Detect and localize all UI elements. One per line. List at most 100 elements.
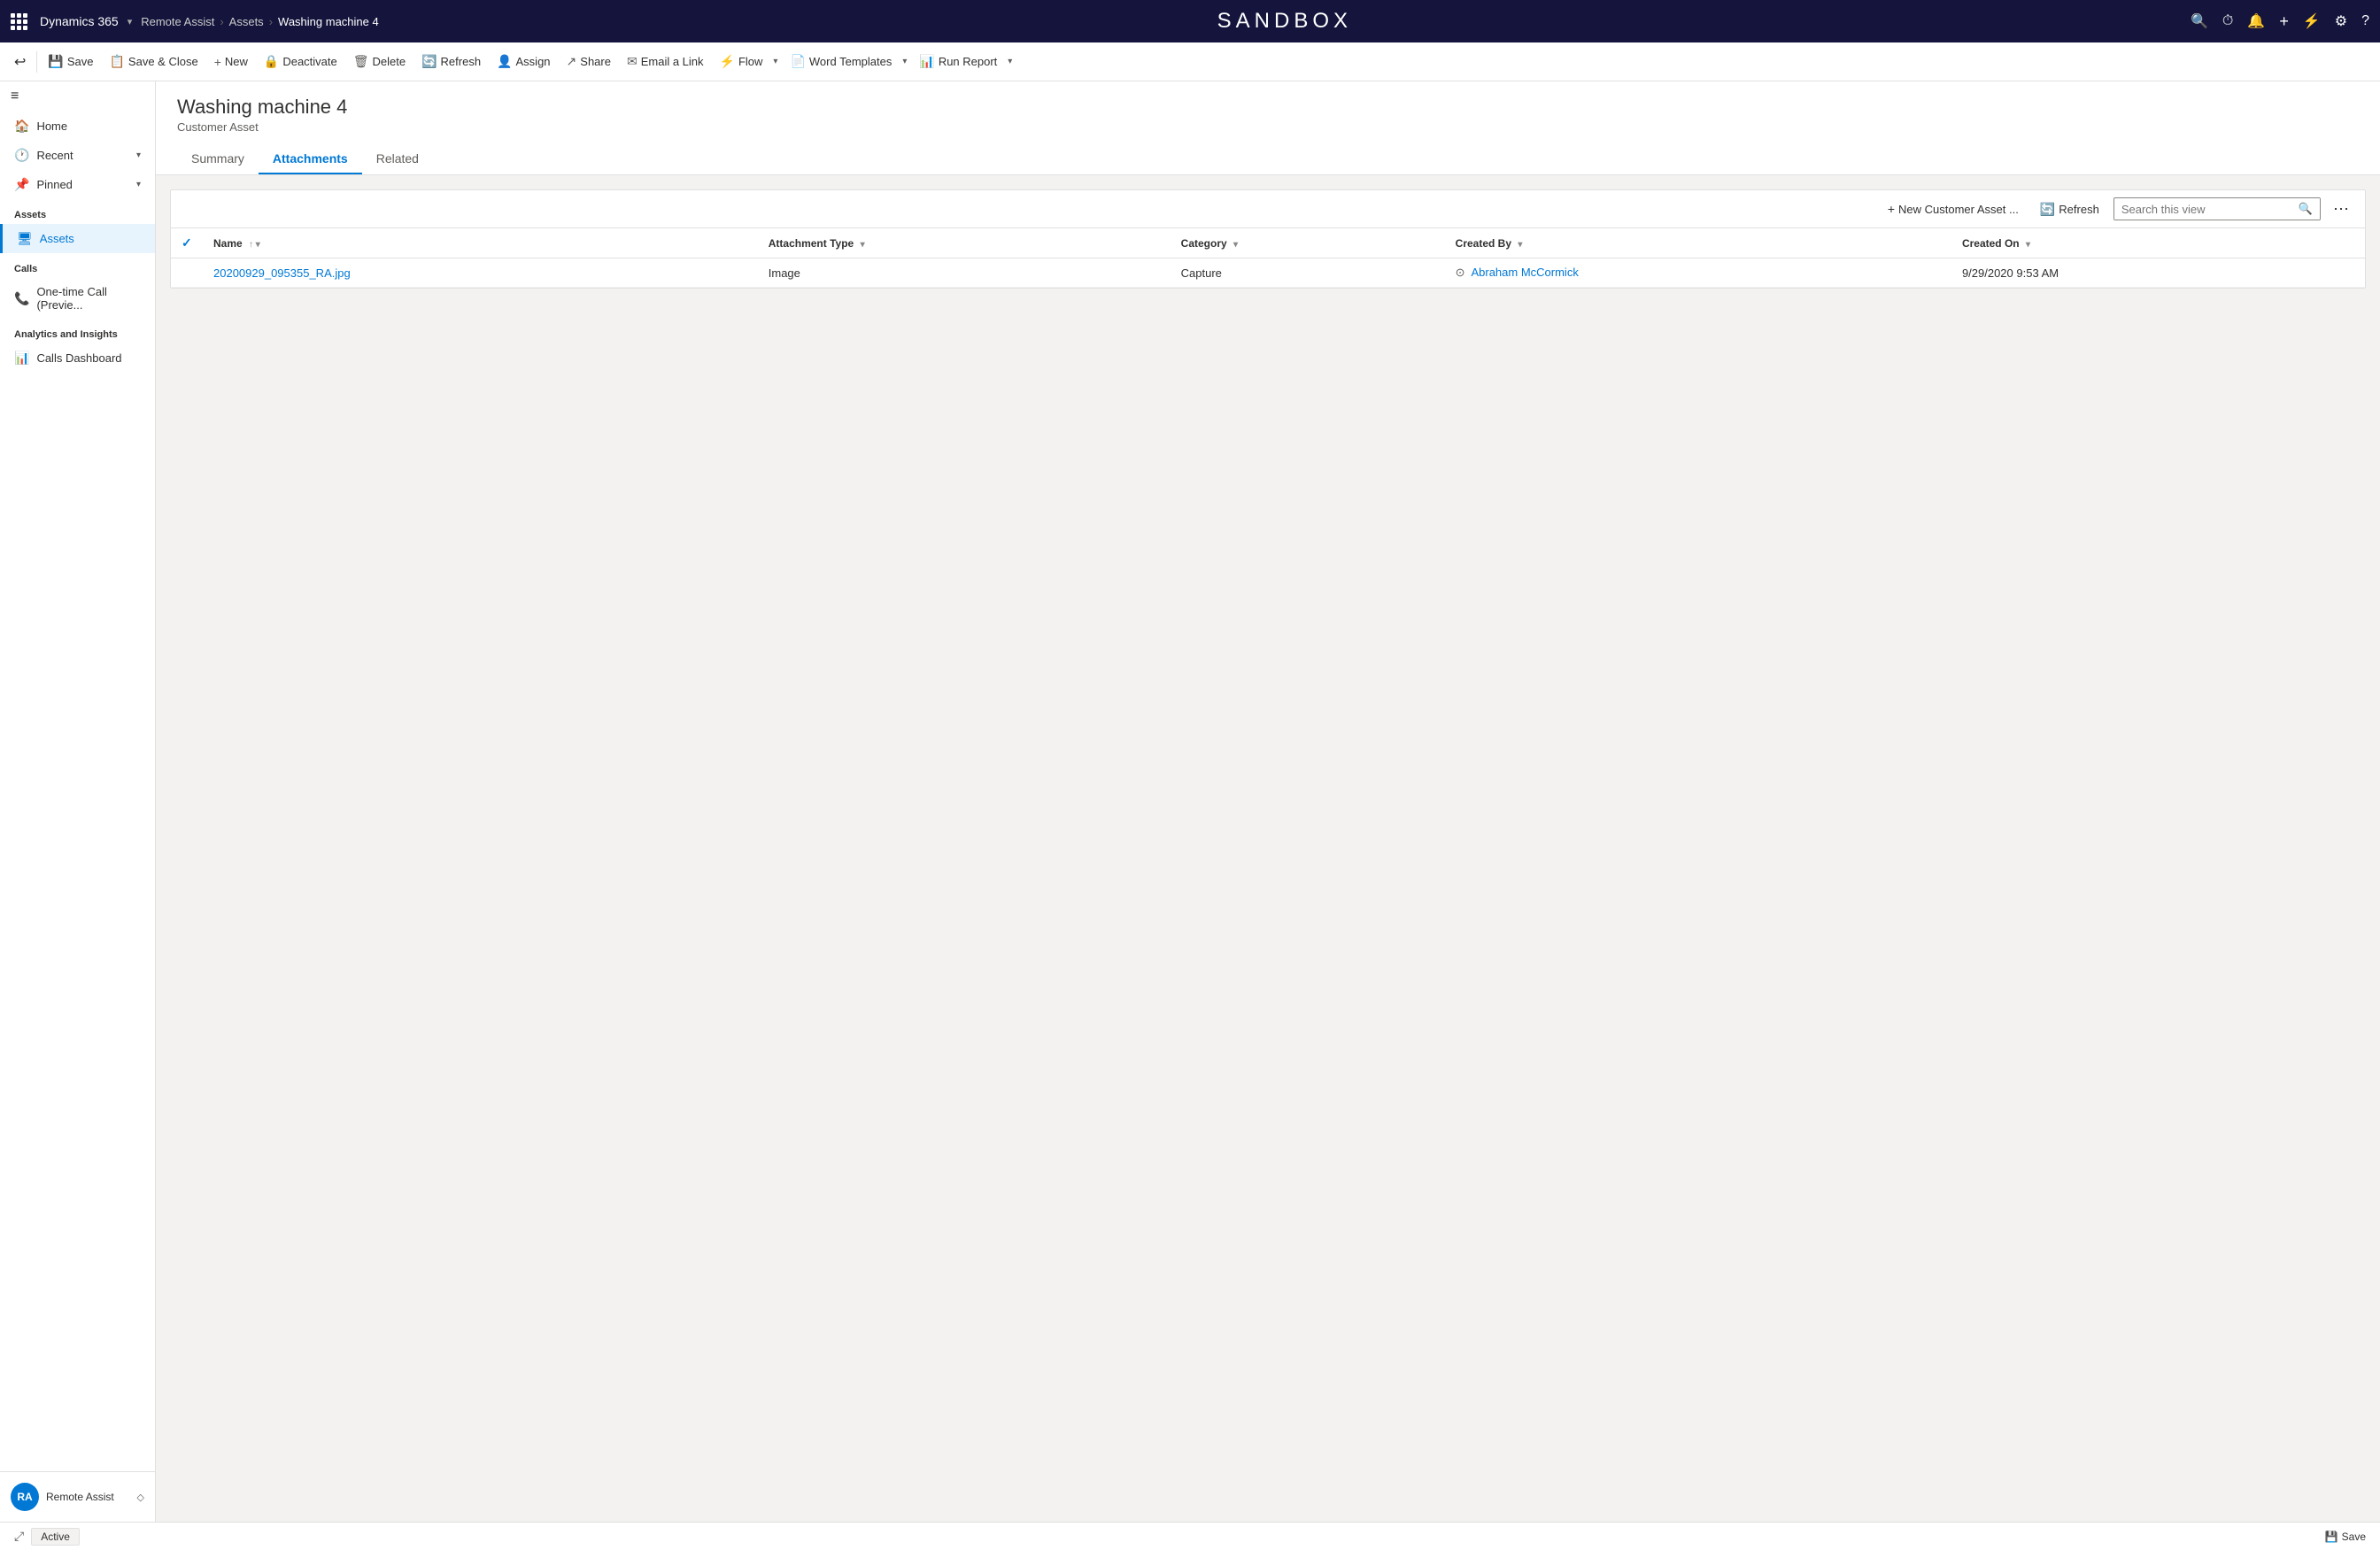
row-attachment-type: Image: [758, 258, 1171, 288]
status-bar: ⤢ Active 💾 Save: [0, 1522, 2380, 1550]
save-close-icon: 📋: [109, 54, 124, 69]
section-header-analytics: Analytics and Insights: [0, 319, 155, 343]
sidebar-item-home[interactable]: 🏠 Home: [0, 112, 155, 141]
content-area: Washing machine 4 Customer Asset Summary…: [156, 81, 2380, 1522]
assets-icon: 🖥: [17, 231, 33, 246]
row-category: Capture: [1171, 258, 1445, 288]
subgrid-refresh-button[interactable]: 🔄 Refresh: [2033, 198, 2106, 220]
word-templates-btn-group: 📄 Word Templates ▾: [783, 50, 910, 73]
nav-icons: 🔍 ⏱ 🔔 + ⚡ ⚙ ?: [2191, 12, 2369, 31]
brand-chevron[interactable]: ▾: [128, 16, 133, 27]
breadcrumb-assets[interactable]: Assets: [229, 15, 264, 28]
brand-name[interactable]: Dynamics 365: [40, 14, 119, 28]
new-button[interactable]: + New: [207, 51, 255, 73]
save-button[interactable]: 💾 Save: [41, 50, 100, 73]
tab-summary[interactable]: Summary: [177, 144, 259, 174]
word-templates-chevron-button[interactable]: ▾: [899, 53, 910, 70]
search-input[interactable]: [2114, 199, 2291, 220]
tab-related[interactable]: Related: [362, 144, 433, 174]
flow-chevron-button[interactable]: ▾: [769, 53, 781, 70]
sandbox-title: SANDBOX: [1217, 9, 1352, 34]
created-by-link[interactable]: Abraham McCormick: [1471, 266, 1578, 279]
breadcrumb-sep-1: ›: [220, 15, 223, 28]
new-customer-asset-button[interactable]: + New Customer Asset ...: [1881, 198, 2026, 220]
col-created-by[interactable]: Created By ▾: [1445, 228, 1951, 258]
col-name[interactable]: Name ↑ ▾: [203, 228, 758, 258]
col-created-on[interactable]: Created On ▾: [1951, 228, 2365, 258]
check-icon: ✓: [182, 235, 192, 250]
flow-button[interactable]: ⚡ Flow: [713, 50, 770, 73]
run-report-chevron-button[interactable]: ▾: [1004, 53, 1016, 70]
attachments-table: ✓ Name ↑ ▾ Attachment Type ▾ Category: [171, 228, 2365, 288]
run-report-icon: 📊: [919, 54, 934, 69]
main-layout: ≡ 🏠 Home 🕐 Recent ▾ 📌 Pinned ▾ Assets 🖥 …: [0, 81, 2380, 1522]
sidebar: ≡ 🏠 Home 🕐 Recent ▾ 📌 Pinned ▾ Assets 🖥 …: [0, 81, 156, 1522]
table-row: 20200929_095355_RA.jpg Image Capture ⊙ A…: [171, 258, 2365, 288]
sidebar-item-one-time-call[interactable]: 📞 One-time Call (Previe...: [0, 278, 155, 319]
new-customer-asset-icon: +: [1888, 202, 1895, 216]
sidebar-hamburger[interactable]: ≡: [0, 81, 155, 112]
word-templates-icon: 📄: [790, 54, 805, 69]
assign-button[interactable]: 👤 Assign: [490, 50, 557, 73]
app-grid-icon[interactable]: [11, 13, 27, 30]
delete-icon: 🗑: [353, 54, 369, 69]
attachment-type-sort-icon: ▾: [861, 240, 865, 250]
sidebar-item-calls-dashboard[interactable]: 📊 Calls Dashboard: [0, 343, 155, 373]
top-navigation: Dynamics 365 ▾ Remote Assist › Assets › …: [0, 0, 2380, 42]
sidebar-item-recent[interactable]: 🕐 Recent ▾: [0, 141, 155, 170]
pinned-chevron-icon: ▾: [136, 180, 141, 189]
email-link-button[interactable]: ✉ Email a Link: [620, 50, 711, 73]
save-icon: 💾: [48, 54, 63, 69]
row-created-by: ⊙ Abraham McCormick: [1445, 258, 1951, 288]
sidebar-bottom-chevron-icon[interactable]: ◇: [137, 1492, 144, 1503]
status-badge: Active: [31, 1528, 80, 1546]
deactivate-icon: 🔒: [264, 54, 279, 69]
col-category[interactable]: Category ▾: [1171, 228, 1445, 258]
word-templates-button[interactable]: 📄 Word Templates: [783, 50, 899, 73]
sidebar-bottom[interactable]: RA Remote Assist ◇: [0, 1471, 155, 1522]
notification-icon[interactable]: 🔔: [2247, 12, 2265, 30]
advanced-find-icon[interactable]: ⚡: [2303, 12, 2321, 30]
subgrid-search-box: 🔍: [2113, 197, 2321, 220]
run-report-button[interactable]: 📊 Run Report: [912, 50, 1004, 73]
new-item-icon[interactable]: +: [2279, 12, 2289, 31]
history-back-button[interactable]: ↩: [7, 50, 33, 74]
expand-icon[interactable]: ⤢: [14, 1529, 24, 1544]
status-save-icon: 💾: [2325, 1531, 2338, 1543]
row-check: [171, 258, 203, 288]
recent-icon: 🕐: [14, 148, 29, 163]
recent-items-icon[interactable]: ⏱: [2222, 13, 2233, 29]
nav-center: SANDBOX: [388, 9, 2182, 34]
subgrid-toolbar: + New Customer Asset ... 🔄 Refresh 🔍 ⋯: [171, 190, 2365, 228]
status-save[interactable]: 💾 Save: [2325, 1531, 2366, 1543]
settings-gear-icon[interactable]: ⚙: [2335, 12, 2347, 30]
col-attachment-type[interactable]: Attachment Type ▾: [758, 228, 1171, 258]
refresh-icon: 🔄: [421, 54, 437, 69]
recent-chevron-icon: ▾: [136, 150, 141, 160]
delete-button[interactable]: 🗑 Delete: [346, 50, 413, 73]
record-tabs: Summary Attachments Related: [177, 144, 2359, 174]
deactivate-button[interactable]: 🔒 Deactivate: [257, 50, 344, 73]
share-button[interactable]: ↗ Share: [560, 50, 618, 73]
created-on-sort-icon: ▾: [2026, 240, 2030, 250]
help-icon[interactable]: ?: [2361, 13, 2369, 29]
sidebar-item-assets[interactable]: 🖥 Assets: [0, 224, 155, 253]
attachments-subgrid: + New Customer Asset ... 🔄 Refresh 🔍 ⋯: [170, 189, 2366, 289]
breadcrumb-current: Washing machine 4: [278, 15, 379, 28]
attachment-link[interactable]: 20200929_095355_RA.jpg: [213, 266, 351, 280]
calls-dashboard-icon: 📊: [14, 351, 29, 366]
sidebar-app-label: Remote Assist: [46, 1491, 114, 1503]
category-sort-icon: ▾: [1233, 240, 1238, 250]
refresh-button[interactable]: 🔄 Refresh: [414, 50, 488, 73]
tab-attachments[interactable]: Attachments: [259, 144, 362, 174]
save-close-button[interactable]: 📋 Save & Close: [102, 50, 205, 73]
email-icon: ✉: [627, 54, 638, 69]
flow-btn-group: ⚡ Flow ▾: [713, 50, 782, 73]
search-nav-icon[interactable]: 🔍: [2191, 12, 2208, 30]
sidebar-item-pinned[interactable]: 📌 Pinned ▾: [0, 170, 155, 199]
assign-icon: 👤: [497, 54, 512, 69]
one-time-call-icon: 📞: [14, 291, 29, 306]
breadcrumb-remote-assist[interactable]: Remote Assist: [141, 15, 214, 28]
col-check: ✓: [171, 228, 203, 258]
subgrid-more-icon[interactable]: ⋯: [2328, 198, 2354, 220]
